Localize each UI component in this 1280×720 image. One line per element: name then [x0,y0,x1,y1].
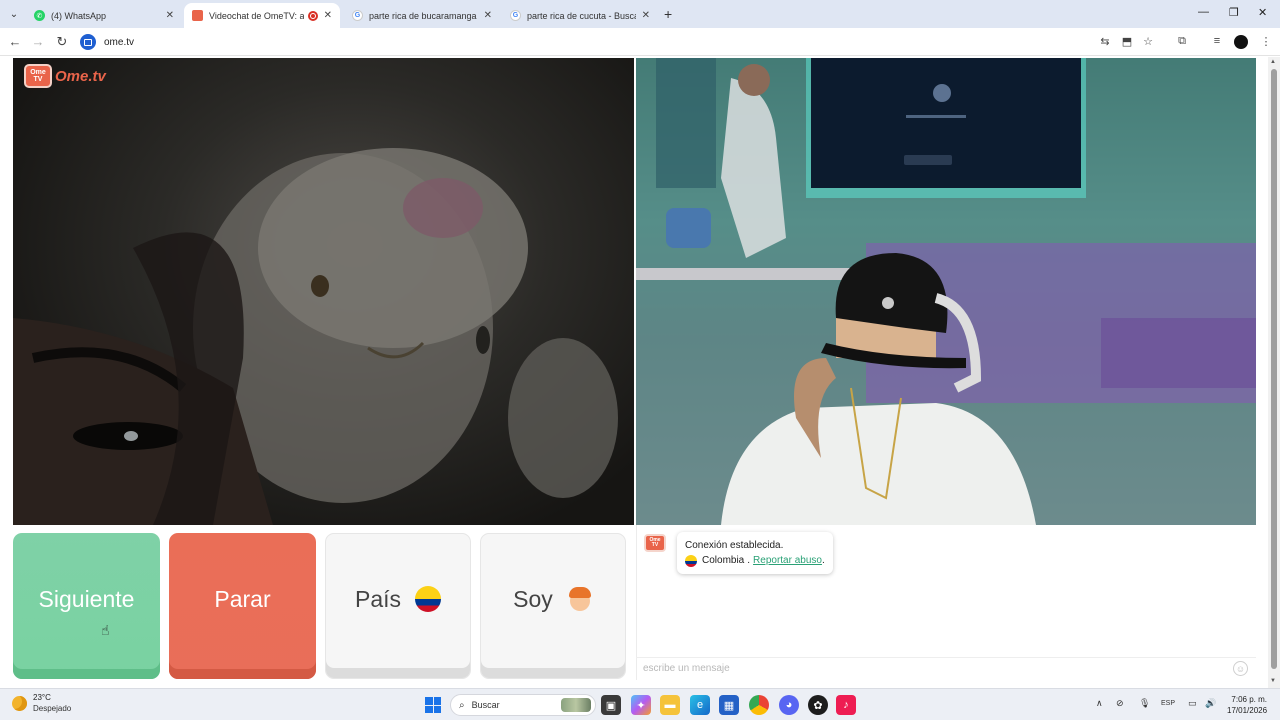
connection-status-text: Conexión establecida. [685,540,784,551]
emoji-picker-icon[interactable]: ☺ [1233,661,1248,676]
search-icon: ⌕ [459,699,465,711]
game-app-icon[interactable]: ✿ [808,695,828,715]
taskbar-search[interactable]: ⌕ Buscar [450,694,596,716]
report-abuse-link[interactable]: Reportar abuso [753,553,822,568]
scrollbar-thumb[interactable] [1271,69,1277,669]
translate-icon[interactable]: ⇆ [1097,35,1113,48]
chat-input-bar: ☺ [636,657,1256,679]
menu-kebab-icon[interactable]: ⋮ [1258,35,1274,48]
ometv-logo[interactable]: Ome TV Ome.tv [24,64,106,88]
tab-close-icon[interactable]: ✕ [484,10,492,21]
minimize-icon[interactable]: — [1198,6,1209,18]
close-window-icon[interactable]: ✕ [1258,6,1267,19]
tab-search-bucaramanga[interactable]: G parte rica de bucaramanga - Bu ✕ [344,3,500,28]
scroll-down-arrow-icon[interactable]: ▼ [1270,678,1276,684]
hand-pointer-icon: ☝ [101,622,110,638]
scroll-up-arrow-icon[interactable]: ▲ [1270,59,1276,65]
install-app-icon[interactable]: ⬒ [1119,35,1135,48]
network-off-icon[interactable]: ⊘ [1116,698,1124,709]
remote-video-feed [636,58,1256,525]
chrome-icon[interactable] [749,695,769,715]
bookmark-star-icon[interactable]: ☆ [1140,35,1156,48]
country-filter-button[interactable]: País [325,533,471,679]
tab-ometv[interactable]: Videochat de OmeTV: altern ✕ [184,3,340,28]
ometv-chat-logo-icon: Ome TV [644,534,666,552]
tiktok-icon[interactable]: ♪ [836,695,856,715]
system-clock[interactable]: 7:06 p. m. 17/01/2026 [1227,694,1267,716]
tray-overflow-chevron-icon[interactable]: ∧ [1096,698,1103,709]
url-text: ome.tv [104,36,135,48]
edge-icon[interactable]: e [690,695,710,715]
store-icon[interactable]: ▦ [719,695,739,715]
colombia-flag-icon [685,554,697,567]
local-video-scene [13,148,618,525]
keyboard-language[interactable]: ESP [1161,700,1175,707]
remote-video-scene [636,58,1256,525]
browser-tab-strip: ⌄ ✆ (4) WhatsApp ✕ Videochat de OmeTV: a… [0,0,1280,28]
system-message-bubble: Conexión establecida. Colombia . Reporta… [677,532,833,574]
discord-icon[interactable]: ◕ [779,695,799,715]
weather-moon-icon[interactable] [12,696,27,711]
google-icon: G [352,10,363,21]
weather-temperature[interactable]: 23°C [33,693,51,702]
browser-toolbar: ← → ↻ ome.tv ⇆ ⬒ ☆ ⧉ ≡ ⋮ [0,28,1280,56]
forward-arrow-icon[interactable]: → [30,34,46,49]
microphone-icon[interactable]: 🎙 [1139,698,1150,709]
windows-taskbar: 23°C Despejado ⌕ Buscar ▣ ✦ ▬ e ▦ ◕ ✿ ♪ … [0,688,1280,720]
recording-indicator-icon [307,10,318,21]
back-arrow-icon[interactable]: ← [7,34,23,49]
address-bar[interactable]: ome.tv [80,31,1090,53]
extensions-icon[interactable]: ⧉ [1174,35,1190,48]
ometv-logo-badge-icon: Ome TV [24,64,52,88]
restore-icon[interactable]: ❐ [1229,6,1239,19]
partner-country-text: Colombia [702,555,745,566]
weather-description[interactable]: Despejado [33,704,71,713]
tab-search-cucuta[interactable]: G parte rica de cucuta - Buscar co ✕ [502,3,658,28]
local-video-feed [13,58,634,525]
gender-select-button[interactable]: Soy [480,533,626,679]
copilot-icon[interactable]: ✦ [631,695,651,715]
new-tab-button[interactable]: + [664,6,672,22]
ometv-icon [192,10,203,21]
whatsapp-icon: ✆ [34,10,45,21]
media-controls-icon[interactable]: ≡ [1209,35,1225,47]
tab-search-chevron-icon[interactable]: ⌄ [4,4,24,24]
volume-icon[interactable]: 🔊 [1205,698,1216,709]
stop-button[interactable]: Parar [169,533,316,679]
message-input[interactable] [636,658,1216,679]
windows-start-icon[interactable] [425,697,441,713]
site-info-icon[interactable] [80,34,96,50]
tab-close-icon[interactable]: ✕ [324,10,332,21]
profile-avatar[interactable] [1234,35,1248,49]
file-explorer-icon[interactable]: ▬ [660,695,680,715]
tab-whatsapp[interactable]: ✆ (4) WhatsApp ✕ [26,3,182,28]
boy-emoji-icon [567,586,593,612]
search-highlight-image [561,698,591,712]
ometv-logo-text: Ome.tv [55,67,106,85]
tab-close-icon[interactable]: ✕ [642,10,650,21]
google-icon: G [510,10,521,21]
colombia-flag-icon [415,586,442,612]
reload-icon[interactable]: ↻ [54,34,70,50]
task-view-icon[interactable]: ▣ [601,695,621,715]
page-scrollbar[interactable]: ▲ ▼ [1268,57,1280,688]
display-icon[interactable]: ▭ [1188,698,1197,709]
next-button[interactable]: Siguiente [13,533,160,679]
tab-close-icon[interactable]: ✕ [166,10,174,21]
